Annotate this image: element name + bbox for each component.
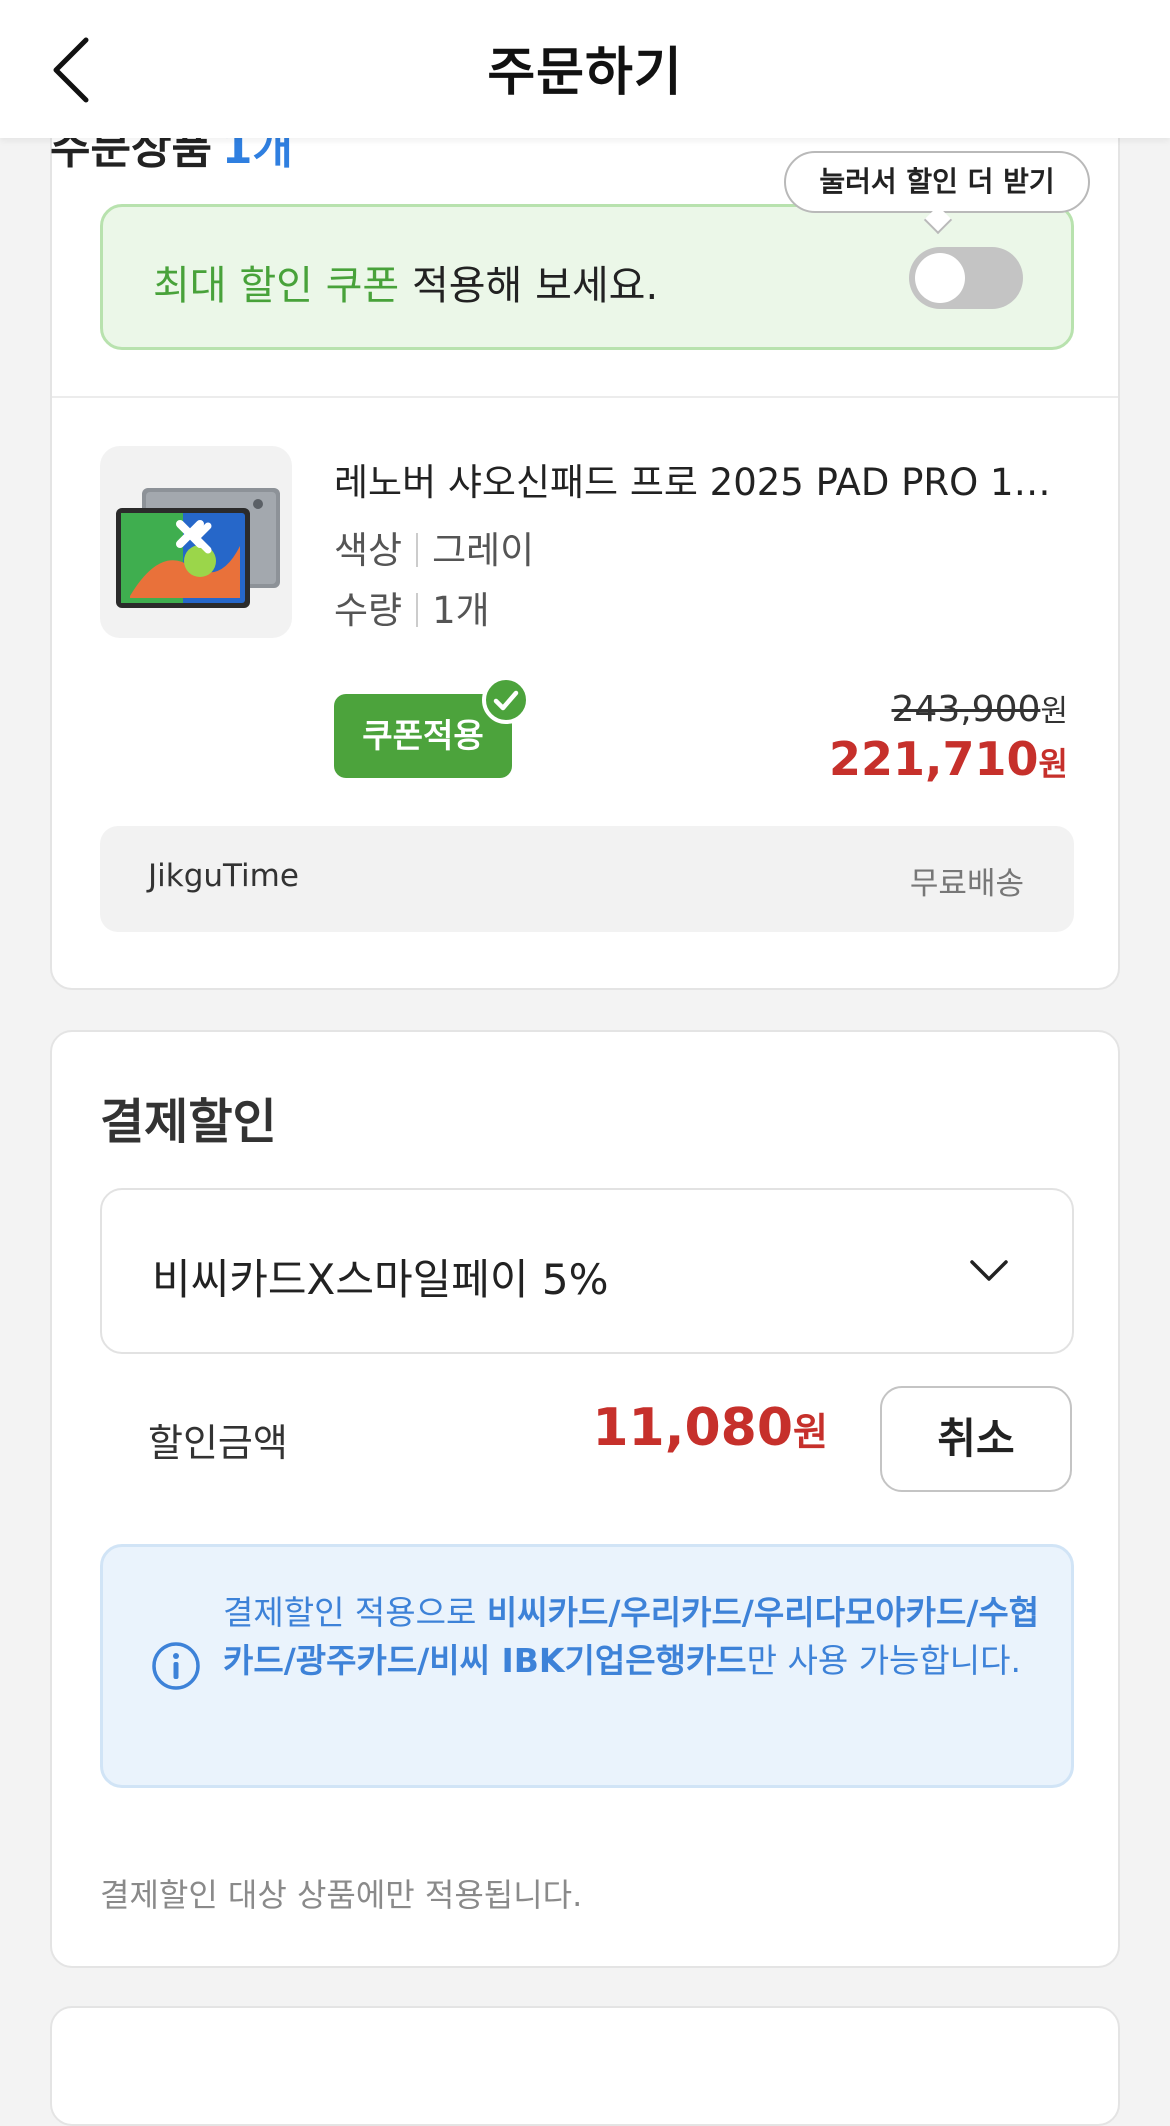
payment-discount-select[interactable]: 비씨카드X스마일페이 5% [100,1188,1074,1354]
info-icon [152,1642,200,1690]
coupon-banner-text: 최대 할인 쿠폰 적용해 보세요. [153,253,658,311]
section-divider [52,396,1118,398]
option-qty-row: 수량 1개 [334,580,490,634]
sale-price-value: 221,710 [829,732,1039,786]
cancel-discount-button[interactable]: 취소 [880,1386,1072,1492]
coupon-banner-message: 적용해 보세요. [399,263,659,309]
info-text-suffix: 만 사용 가능합니다. [746,1641,1021,1680]
discount-amount-label: 할인금액 [148,1421,288,1465]
original-price-value: 243,900 [891,689,1041,730]
product-thumbnail[interactable] [100,446,292,638]
discount-amount-value: 11,080 [592,1398,794,1458]
coupon-tooltip[interactable]: 눌러서 할인 더 받기 [784,151,1090,213]
info-text-prefix: 결제할인 적용으로 [223,1593,487,1632]
product-name[interactable]: 레노버 샤오신패드 프로 2025 PAD PRO 12.7 (2025) 태블… [334,452,1074,506]
seller-name: JikguTime [148,858,299,894]
payment-discount-title: 결제할인 [100,1094,277,1150]
next-section-card [50,2006,1120,2126]
chevron-down-icon [970,1260,1008,1281]
max-coupon-toggle[interactable] [909,247,1023,309]
option-separator [416,593,419,627]
original-price-currency: 원 [1040,694,1068,729]
top-app-bar: 주문하기 [0,0,1170,138]
selected-discount-option: 비씨카드X스마일페이 5% [152,1255,609,1304]
option-separator [416,533,419,567]
order-items-card: 최대 할인 쿠폰 적용해 보세요. 레노버 샤오신패드 프로 2025 PAD … [50,80,1120,990]
option-color-value: 그레이 [432,529,535,572]
coupon-banner-highlight: 최대 할인 쿠폰 [153,263,400,309]
discount-info-box: 결제할인 적용으로 비씨카드/우리카드/우리다모아카드/수협카드/광주카드/비씨… [100,1544,1074,1788]
payment-discount-card: 결제할인 비씨카드X스마일페이 5% 할인금액 11,080원 취소 결제할인 … [50,1030,1120,1968]
option-color-label: 색상 [334,529,403,572]
original-price: 243,900원 [892,686,1068,730]
discount-note: 결제할인 대상 상품에만 적용됩니다. [100,1876,583,1914]
max-coupon-banner: 최대 할인 쿠폰 적용해 보세요. [100,204,1074,350]
sale-price: 221,710원 [829,732,1068,786]
tablet-image-icon [116,488,280,608]
option-color-row: 색상 그레이 [334,520,534,574]
discount-amount-currency: 원 [793,1410,828,1454]
check-circle-icon [482,676,530,724]
shipping-fee: 무료배송 [909,866,1024,902]
toggle-knob [915,253,965,303]
seller-shipping-box: JikguTime 무료배송 [100,826,1074,932]
page-title: 주문하기 [487,43,683,103]
sale-price-currency: 원 [1038,745,1068,783]
option-qty-label: 수량 [334,589,403,632]
option-qty-value: 1개 [432,589,490,632]
discount-amount: 11,080원 [592,1398,828,1458]
discount-info-text: 결제할인 적용으로 비씨카드/우리카드/우리다모아카드/수협카드/광주카드/비씨… [223,1589,1043,1685]
